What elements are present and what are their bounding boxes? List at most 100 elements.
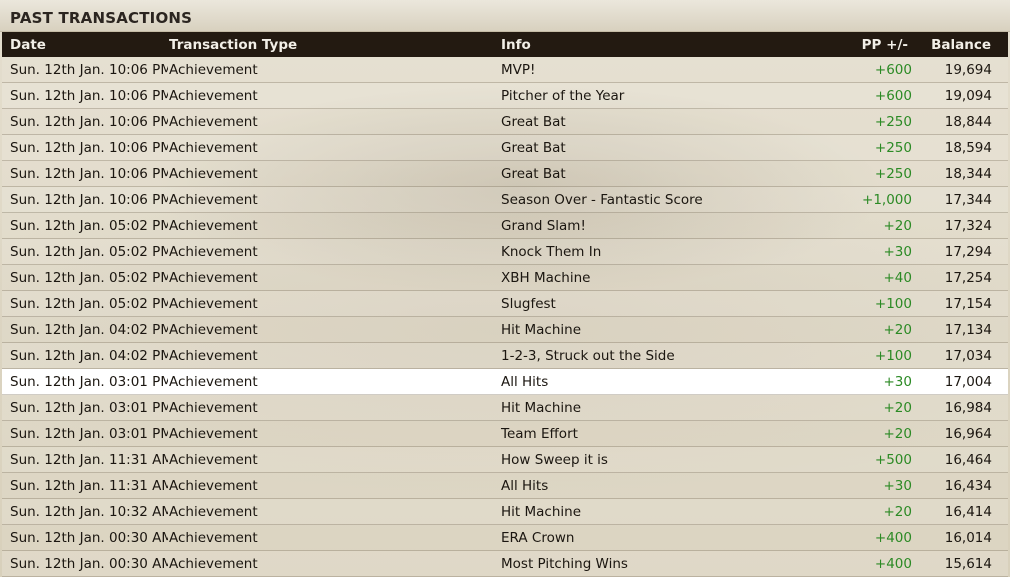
column-header-pp[interactable]: PP +/- <box>862 37 908 53</box>
balance-cell: 18,844 <box>944 114 992 130</box>
date-cell: Sun. 12th Jan. 05:02 PM <box>10 218 168 234</box>
table-row[interactable]: Sun. 12th Jan. 10:32 AM Achievement Hit Ma… <box>2 499 1008 525</box>
balance-cell: 16,014 <box>944 530 992 546</box>
table-row[interactable]: Sun. 12th Jan. 00:30 AM Achievement ERA Cr… <box>2 525 1008 551</box>
balance-cell: 16,964 <box>944 426 992 442</box>
table-row[interactable]: Sun. 12th Jan. 04:02 PM Achievement Hit Ma… <box>2 317 1008 343</box>
date-cell: Sun. 12th Jan. 03:01 PM <box>10 374 168 390</box>
info-cell: Most Pitching Wins <box>501 556 628 572</box>
date-cell: Sun. 12th Jan. 05:02 PM <box>10 244 168 260</box>
info-cell: Great Bat <box>501 114 566 130</box>
date-cell: Sun. 12th Jan. 04:02 PM <box>10 348 168 364</box>
transactions-table-body: Sun. 12th Jan. 10:06 PM Achievement MVP! +6… <box>2 57 1008 577</box>
balance-cell: 16,464 <box>944 452 992 468</box>
column-header-date[interactable]: Date <box>10 37 168 53</box>
table-row[interactable]: Sun. 12th Jan. 10:06 PM Achievement Great … <box>2 161 1008 187</box>
transaction-type-cell: Achievement <box>169 400 258 416</box>
info-cell: 1-2-3, Struck out the Side <box>501 348 675 364</box>
info-cell: Knock Them In <box>501 244 602 260</box>
pp-change-cell: +20 <box>883 426 913 442</box>
date-cell: Sun. 12th Jan. 10:06 PM <box>10 166 168 182</box>
table-row[interactable]: Sun. 12th Jan. 03:01 PM Achievement Hit Ma… <box>2 395 1008 421</box>
table-row[interactable]: Sun. 12th Jan. 05:02 PM Achievement Grand … <box>2 213 1008 239</box>
pp-change-cell: +400 <box>874 556 912 572</box>
date-cell: Sun. 12th Jan. 10:32 AM <box>10 504 168 520</box>
pp-change-cell: +30 <box>883 478 913 494</box>
table-row[interactable]: Sun. 12th Jan. 05:02 PM Achievement XBH Ma… <box>2 265 1008 291</box>
transaction-type-cell: Achievement <box>169 218 258 234</box>
pp-change-cell: +20 <box>883 322 913 338</box>
info-cell: Great Bat <box>501 140 566 156</box>
balance-cell: 17,254 <box>944 270 992 286</box>
date-cell: Sun. 12th Jan. 03:01 PM <box>10 426 168 442</box>
transaction-type-cell: Achievement <box>169 374 258 390</box>
transaction-type-cell: Achievement <box>169 504 258 520</box>
pp-change-cell: +30 <box>883 244 913 260</box>
balance-cell: 17,004 <box>944 374 992 390</box>
column-header-balance[interactable]: Balance <box>931 37 991 53</box>
balance-cell: 19,694 <box>944 62 992 78</box>
balance-cell: 16,414 <box>944 504 992 520</box>
transaction-type-cell: Achievement <box>169 88 258 104</box>
date-cell: Sun. 12th Jan. 10:06 PM <box>10 62 168 78</box>
info-cell: Great Bat <box>501 166 566 182</box>
transaction-type-cell: Achievement <box>169 140 258 156</box>
info-cell: Slugfest <box>501 296 556 312</box>
info-cell: Hit Machine <box>501 400 581 416</box>
past-transactions-panel: PAST TRANSACTIONS Date Transaction Type … <box>0 0 1010 577</box>
balance-cell: 15,614 <box>944 556 992 572</box>
pp-change-cell: +40 <box>883 270 913 286</box>
transaction-type-cell: Achievement <box>169 556 258 572</box>
pp-change-cell: +250 <box>874 140 912 156</box>
date-cell: Sun. 12th Jan. 11:31 AM <box>10 478 168 494</box>
table-row[interactable]: Sun. 12th Jan. 05:02 PM Achievement Slugfe… <box>2 291 1008 317</box>
transaction-type-cell: Achievement <box>169 166 258 182</box>
date-cell: Sun. 12th Jan. 10:06 PM <box>10 114 168 130</box>
pp-change-cell: +20 <box>883 504 913 520</box>
pp-change-cell: +600 <box>874 88 912 104</box>
table-row[interactable]: Sun. 12th Jan. 10:06 PM Achievement MVP! +6… <box>2 57 1008 83</box>
pp-change-cell: +250 <box>874 114 912 130</box>
info-cell: MVP! <box>501 62 536 78</box>
table-row[interactable]: Sun. 12th Jan. 10:06 PM Achievement Pitche… <box>2 83 1008 109</box>
transaction-type-cell: Achievement <box>169 270 258 286</box>
table-row[interactable]: Sun. 12th Jan. 00:30 AM Achievement Most P… <box>2 551 1008 577</box>
pp-change-cell: +20 <box>883 218 913 234</box>
balance-cell: 16,984 <box>944 400 992 416</box>
table-row[interactable]: Sun. 12th Jan. 10:06 PM Achievement Great … <box>2 109 1008 135</box>
info-cell: XBH Machine <box>501 270 591 286</box>
info-cell: Hit Machine <box>501 322 581 338</box>
table-row[interactable]: Sun. 12th Jan. 04:02 PM Achievement 1-2-3,… <box>2 343 1008 369</box>
date-cell: Sun. 12th Jan. 04:02 PM <box>10 322 168 338</box>
date-cell: Sun. 12th Jan. 03:01 PM <box>10 400 168 416</box>
balance-cell: 17,324 <box>944 218 992 234</box>
panel-title: PAST TRANSACTIONS <box>10 9 193 27</box>
date-cell: Sun. 12th Jan. 05:02 PM <box>10 296 168 312</box>
table-row[interactable]: Sun. 12th Jan. 03:01 PM Achievement Team E… <box>2 421 1008 447</box>
balance-cell: 17,154 <box>944 296 992 312</box>
info-cell: Hit Machine <box>501 504 581 520</box>
balance-cell: 18,594 <box>944 140 992 156</box>
table-row[interactable]: Sun. 12th Jan. 10:06 PM Achievement Season… <box>2 187 1008 213</box>
table-row[interactable]: Sun. 12th Jan. 11:31 AM Achievement How Sw… <box>2 447 1008 473</box>
transaction-type-cell: Achievement <box>169 192 258 208</box>
column-header-transaction-type[interactable]: Transaction Type <box>169 37 297 53</box>
table-row[interactable]: Sun. 12th Jan. 10:06 PM Achievement Great … <box>2 135 1008 161</box>
info-cell: ERA Crown <box>501 530 575 546</box>
transaction-type-cell: Achievement <box>169 244 258 260</box>
info-cell: Grand Slam! <box>501 218 586 234</box>
balance-cell: 18,344 <box>944 166 992 182</box>
date-cell: Sun. 12th Jan. 10:06 PM <box>10 88 168 104</box>
transaction-type-cell: Achievement <box>169 478 258 494</box>
pp-change-cell: +400 <box>874 530 912 546</box>
table-row[interactable]: Sun. 12th Jan. 03:01 PM Achievement All Hi… <box>2 369 1008 395</box>
pp-change-cell: +250 <box>874 166 912 182</box>
table-header: Date Transaction Type Info PP +/- Balanc… <box>2 32 1008 57</box>
info-cell: All Hits <box>501 374 549 390</box>
table-row[interactable]: Sun. 12th Jan. 05:02 PM Achievement Knock … <box>2 239 1008 265</box>
transaction-type-cell: Achievement <box>169 452 258 468</box>
pp-change-cell: +100 <box>874 348 912 364</box>
table-row[interactable]: Sun. 12th Jan. 11:31 AM Achievement All Hi… <box>2 473 1008 499</box>
column-header-info[interactable]: Info <box>501 37 531 53</box>
transaction-type-cell: Achievement <box>169 296 258 312</box>
